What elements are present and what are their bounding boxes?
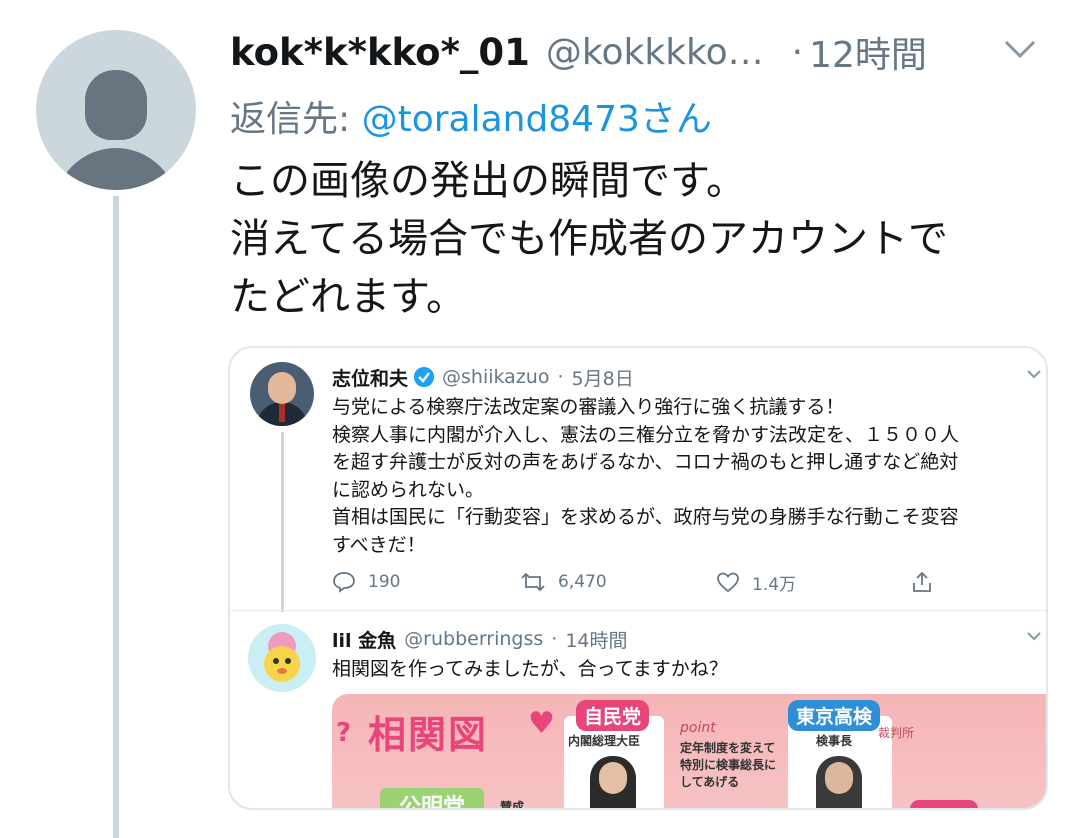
avatar-body (54, 148, 178, 190)
separator-dot: · (791, 31, 804, 73)
image-title: 相関図 (368, 713, 489, 757)
reply-tweet-time[interactable]: 14時間 (565, 626, 627, 653)
reply-tweet-header: lil 金魚 @rubberringss · 14時間 (332, 624, 628, 654)
avatar-tie (279, 404, 285, 422)
share-button[interactable] (910, 568, 946, 596)
reply-prefix: 返信先: (230, 99, 362, 140)
original-author-name[interactable]: 志位和夫 (332, 364, 408, 391)
reply-icon (333, 572, 355, 593)
image-note-line: 特別に検事総長に (680, 758, 777, 772)
image-stamp: 裁判所 (878, 726, 915, 740)
original-tweet-text: 与党による検察庁法改定案の審議入り強行に強く抗議する！ 検察人事に内閣が介入し、… (332, 394, 1032, 559)
heart-icon: ♥ (528, 706, 555, 741)
original-tweet-header: 志位和夫 @shiikazuo · 5月8日 (332, 362, 634, 392)
display-name[interactable]: kok*k*kko*_01 (230, 31, 530, 74)
separator-dot: · (557, 366, 564, 388)
divider (230, 610, 1046, 611)
avatar-face (268, 372, 296, 404)
user-handle[interactable]: @kokkkko… (546, 32, 764, 73)
goldfish-character-icon (248, 624, 316, 692)
retweet-count: 6,470 (558, 572, 607, 592)
person-photo-chief (816, 756, 862, 808)
share-icon (913, 571, 931, 592)
chevron-down-icon[interactable] (1003, 36, 1037, 62)
retweet-button[interactable]: 6,470 (520, 568, 607, 596)
separator-dot: · (551, 628, 558, 650)
original-text-line: すべきだ！ (332, 533, 426, 556)
tweet-text-line: この画像の発出の瞬間です。 (230, 158, 746, 204)
image-question-mark: ? (336, 718, 352, 748)
original-text-line: 検察人事に内閣が介入し、憲法の三権分立を脅かす法改定を、１５００人 (332, 423, 960, 446)
tweet-text: この画像の発出の瞬間です。 消えてる場合でも作成者のアカウントで たどれます。 (230, 152, 1050, 326)
label-tokyo-high-prosecutors: 東京高検 (788, 700, 881, 731)
original-author-handle[interactable]: @shiikazuo (442, 366, 549, 388)
avatar-head (85, 70, 147, 140)
reply-author-handle[interactable]: @rubberringss (404, 628, 543, 650)
reply-tweet-text: 相関図を作ってみましたが、合ってますかね？ (332, 658, 728, 680)
reply-button[interactable]: 190 (332, 568, 400, 596)
reply-mention-link[interactable]: @toraland8473さん (362, 99, 712, 140)
original-text-line: 与党による検察庁法改定案の審議入り強行に強く抗議する！ (332, 396, 845, 418)
like-count: 1.4万 (752, 574, 797, 595)
tweet-header: kok*k*kko*_01 @kokkkko… · 12時間 (230, 22, 1050, 82)
embedded-tweet-card[interactable]: 志位和夫 @shiikazuo · 5月8日 与党による検察庁法改定案の審議入り… (228, 346, 1048, 810)
image-sub-label-chief: 検事長 (816, 734, 853, 748)
image-small-label: 賛成 (500, 800, 525, 810)
chevron-down-icon[interactable] (1026, 368, 1042, 380)
image-point-label: point (680, 720, 716, 736)
tweet-actions: 190 6,470 1.4万 (332, 568, 1032, 596)
reply-count: 190 (368, 572, 401, 592)
retweet-icon (521, 572, 545, 592)
party-label-komeito: 公明党 (380, 788, 484, 808)
party-label-ldp: 自民党 (576, 700, 650, 731)
tweet-time[interactable]: 12時間 (809, 26, 927, 78)
tweet-text-line: 消えてる場合でも作成者のアカウントで (230, 216, 948, 262)
image-note-line: 定年制度を変えて (680, 741, 776, 755)
original-tweet-date[interactable]: 5月8日 (572, 364, 634, 391)
reply-author-avatar[interactable] (248, 624, 316, 692)
embedded-thread-line (281, 432, 284, 612)
original-text-line: を超す弁護士が反対の声をあげるなか、コロナ禍のもと押し通すなど絶対 (332, 451, 959, 473)
original-author-avatar[interactable] (250, 362, 314, 426)
person-photo-pm (590, 756, 636, 808)
correlation-chart-image[interactable]: ? 相関図 ♥ 公明党 賛成 自民党 内閣総理大臣 point 定年制度を変えて… (332, 694, 1046, 810)
verified-badge-icon (414, 367, 435, 387)
original-text-line: 首相は国民に「行動変容」を求めるが、政府与党の身勝手な行動こそ変容 (332, 506, 959, 528)
original-text-line: に認められない。 (332, 478, 485, 501)
thread-line (113, 196, 119, 838)
like-button[interactable]: 1.4万 (716, 568, 796, 596)
reply-context: 返信先: @toraland8473さん (230, 90, 712, 142)
like-icon (717, 572, 739, 593)
tweet-text-line: たどれます。 (230, 274, 466, 320)
default-avatar-icon[interactable] (36, 30, 196, 190)
reply-author-name[interactable]: lil 金魚 (332, 626, 396, 653)
image-pink-pill (910, 800, 978, 808)
image-note: 定年制度を変えて 特別に検事総長に してあげる (680, 740, 776, 791)
image-sub-label-pm: 内閣総理大臣 (568, 734, 641, 748)
image-note-line: してあげる (680, 775, 740, 789)
chevron-down-icon[interactable] (1026, 630, 1042, 642)
